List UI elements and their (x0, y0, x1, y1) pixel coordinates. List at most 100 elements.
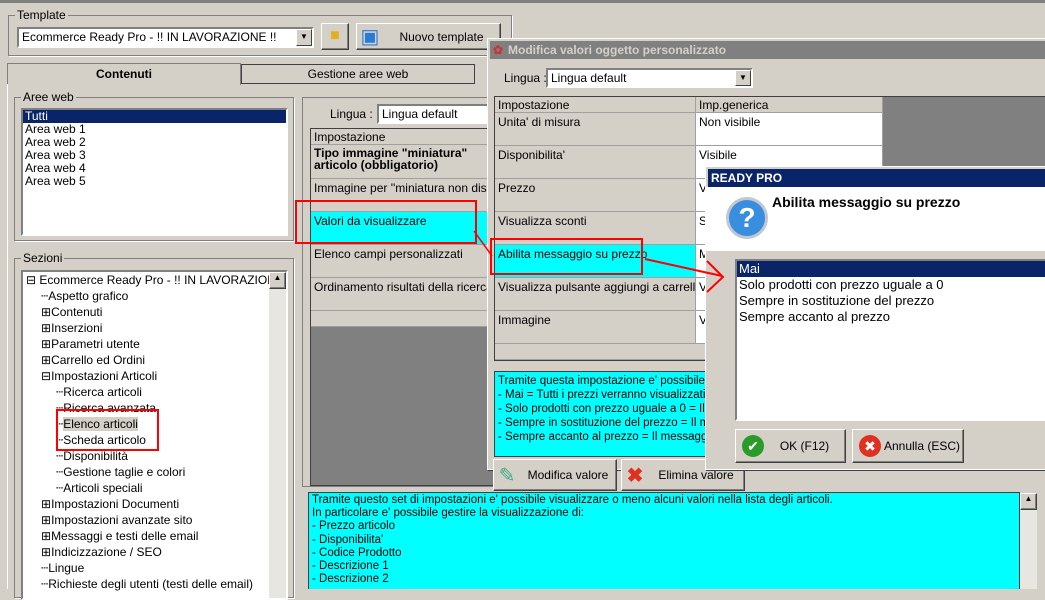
tree-label: Aspetto grafico (48, 289, 129, 303)
table-row-setting[interactable]: Unita' di misura (495, 113, 696, 146)
tree-item[interactable]: ⊞Contenuti (41, 304, 102, 320)
tree-item[interactable]: ┄Scheda articolo (56, 432, 146, 448)
dialog-lingua-select[interactable]: Lingua default ▼ (546, 68, 753, 88)
tree-label: Impostazioni Documenti (51, 497, 180, 511)
table-row-setting[interactable]: Prezzo (495, 179, 696, 212)
popup-question: Abilita messaggio su prezzo (772, 194, 961, 210)
description-line: - Mai = Tutti i prezzi verranno visualiz… (498, 389, 721, 401)
tree-label: Inserzioni (51, 321, 103, 335)
new-template-button[interactable]: ▣ Nuovo template (356, 23, 501, 50)
tree-label: Ricerca articoli (63, 385, 142, 399)
table-row-empty (311, 311, 501, 327)
template-select[interactable]: Ecommerce Ready Pro - !! IN LAVORAZIONE … (17, 27, 314, 48)
delete-value-label: Elimina valore (658, 468, 734, 482)
tree-item[interactable]: ⊟Impostazioni Articoli (41, 368, 157, 384)
table-row[interactable]: Immagine per ''miniatura non disponi (311, 179, 501, 212)
tree-item[interactable]: ┄Lingue (41, 560, 84, 576)
sezioni-tree[interactable]: ⊟ Ecommerce Ready Pro - !! IN LAVORAZION… (21, 270, 288, 600)
table-row-value[interactable]: Non visibile (696, 113, 883, 146)
table-row-setting[interactable]: Disponibilita' (495, 146, 696, 179)
tree-item[interactable]: ┄Richieste degli utenti (testi delle ema… (41, 576, 253, 592)
tree-label: Disponibilità (63, 449, 128, 463)
top-border (0, 0, 1045, 3)
modify-value-button[interactable]: ✎ Modifica valore (493, 459, 617, 491)
table-row-setting[interactable]: Visualizza pulsante aggiungi a carrello (495, 278, 696, 311)
aree-web-label: Aree web (21, 90, 76, 104)
tree-label: Lingue (48, 561, 85, 575)
description-line: - Sempre accanto al prezzo = Il messaggi… (498, 431, 717, 443)
tree-item[interactable]: ┄Ricerca articoli (56, 384, 142, 400)
tree-label: Ricerca avanzata (63, 401, 156, 415)
tab-label: Gestione aree web (307, 67, 409, 81)
tree-item[interactable]: ┄Ricerca avanzata (56, 400, 156, 416)
dialog-lingua-value: Lingua default (551, 71, 627, 85)
tab-contenuti[interactable]: Contenuti (7, 63, 241, 85)
option-item[interactable]: Sempre accanto al prezzo (737, 309, 1045, 325)
tree-item[interactable]: ┄Disponibilità (56, 448, 128, 464)
tree-item[interactable]: ┄Articoli speciali (56, 480, 143, 496)
description-line: - Codice Prodotto (312, 546, 402, 559)
table-row-setting[interactable]: Immagine (495, 311, 696, 344)
scroll-up-icon[interactable]: ▲ (1020, 493, 1037, 510)
lingua-label: Lingua : (330, 107, 373, 121)
new-template-label: Nuovo template (399, 29, 484, 44)
table-row[interactable]: Tipo immagine "miniatura" articolo (obbl… (311, 145, 501, 179)
chevron-down-icon: ▼ (735, 70, 751, 86)
option-item[interactable]: Solo prodotti con prezzo uguale a 0 (737, 277, 1045, 293)
tab-gestione-aree-web[interactable]: Gestione aree web (241, 64, 475, 84)
table-row-selected[interactable]: Valori da visualizzare (311, 212, 501, 245)
table-row[interactable]: Ordinamento risultati della ricerca (311, 278, 501, 311)
description-line: Tramite questa impostazione e' possibile… (498, 375, 724, 387)
lingua-value: Lingua default (382, 107, 458, 121)
table-row[interactable]: Elenco campi personalizzati (311, 245, 501, 278)
ok-button[interactable]: ✔ OK (F12) (735, 429, 846, 463)
tree-label: Scheda articolo (63, 433, 146, 447)
tree-item[interactable]: ┄Gestione taglie e colori (56, 464, 185, 480)
tree-scrollbar[interactable]: ▲ (269, 272, 286, 598)
dialog-description: Tramite questa impostazione e' possibile… (494, 371, 724, 457)
tree-item[interactable]: ⊞Indicizzazione / SEO (41, 544, 162, 560)
option-item[interactable]: Sempre in sostituzione del prezzo (737, 293, 1045, 309)
column-header[interactable]: Impostazione (495, 97, 696, 113)
tree-item[interactable]: ⊞Inserzioni (41, 320, 102, 336)
list-item[interactable]: Area web 5 (23, 175, 286, 188)
lingua-select[interactable]: Lingua default (377, 104, 497, 124)
tree-label: Elenco articoli (63, 417, 138, 431)
cancel-button[interactable]: ✖ Annulla (ESC) (852, 429, 964, 463)
description-scrollbar[interactable]: ▲ (1020, 493, 1037, 589)
aree-web-list[interactable]: Tutti Area web 1 Area web 2 Area web 3 A… (21, 108, 288, 236)
tree-item[interactable]: ⊞Impostazioni avanzate sito (41, 512, 192, 528)
description-line: - Sempre in sostituzione del prezzo = Il… (498, 417, 722, 429)
tree-root[interactable]: ⊟ Ecommerce Ready Pro - !! IN LAVORAZION… (26, 272, 286, 288)
tree-item[interactable]: ⊞Carrello ed Ordini (41, 352, 145, 368)
edit-icon: ✎ (498, 464, 516, 487)
question-icon: ? (726, 197, 768, 239)
template-label: Template (15, 8, 68, 22)
tree-item[interactable]: ⊞Parametri utente (41, 336, 140, 352)
column-header[interactable]: Impostazione (311, 129, 501, 145)
column-header[interactable]: Imp.generica (696, 97, 883, 113)
settings-grid[interactable]: Impostazione Tipo immagine "miniatura" a… (310, 128, 501, 486)
open-folder-button[interactable]: ■ (321, 23, 349, 50)
modify-value-label: Modifica valore (527, 468, 609, 482)
tree-label: Impostazioni Articoli (51, 369, 158, 383)
dialog-titlebar[interactable]: ✿ Modifica valori oggetto personalizzato (490, 41, 1045, 59)
tree-label: Carrello ed Ordini (51, 353, 146, 367)
table-row-setting[interactable]: Visualizza sconti (495, 212, 696, 245)
table-row-selected-setting[interactable]: Abilita messaggio su prezzo (495, 245, 696, 278)
tree-label: Messaggi e testi delle email (51, 529, 199, 543)
tree-label: Impostazioni avanzate sito (51, 513, 193, 527)
tree-item-selected[interactable]: ┄Elenco articoli (56, 416, 138, 432)
delete-x-icon: ✖ (626, 464, 644, 487)
popup-titlebar[interactable]: READY PRO (708, 169, 1045, 187)
scroll-up-icon[interactable]: ▲ (269, 272, 286, 289)
options-list[interactable]: Mai Solo prodotti con prezzo uguale a 0 … (735, 259, 1045, 421)
chevron-down-icon: ▼ (296, 29, 312, 46)
option-item-selected[interactable]: Mai (737, 261, 1045, 277)
tree-item[interactable]: ⊞Impostazioni Documenti (41, 496, 179, 512)
cancel-x-icon: ✖ (859, 435, 881, 457)
template-value: Ecommerce Ready Pro - !! IN LAVORAZIONE … (22, 30, 277, 44)
tree-item[interactable]: ┄Aspetto grafico (41, 288, 128, 304)
tree-item[interactable]: ⊞Messaggi e testi delle email (41, 528, 198, 544)
description-line: In particolare e' possibile gestire la v… (312, 507, 584, 520)
